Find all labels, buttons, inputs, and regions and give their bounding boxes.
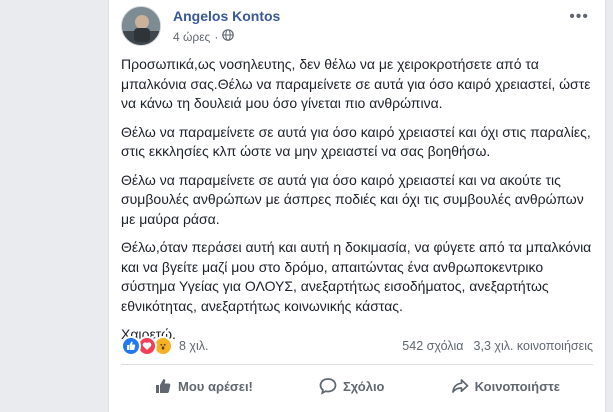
like-reaction-icon xyxy=(121,336,141,356)
more-options-icon[interactable]: ••• xyxy=(569,8,589,26)
like-button-label: Μου αρέσει! xyxy=(178,378,253,394)
author-avatar[interactable] xyxy=(121,6,161,46)
share-button[interactable]: Κοινοποιήστε xyxy=(437,371,574,401)
comments-count[interactable]: 542 σχόλια xyxy=(402,339,463,353)
like-button[interactable]: Μου αρέσει! xyxy=(140,371,267,401)
avatar-photo xyxy=(122,7,160,45)
separator-dot: · xyxy=(214,29,219,44)
engagement-stats: 8 χιλ. 542 σχόλια 3,3 χιλ. κοινοποιήσεις xyxy=(121,334,593,358)
post-body: Προσωπικά,ως νοσηλευτης, δεν θέλω να με … xyxy=(121,55,597,354)
shares-count[interactable]: 3,3 χιλ. κοινοποιήσεις xyxy=(474,339,593,353)
reactions-summary[interactable]: 8 χιλ. xyxy=(121,336,209,356)
share-button-label: Κοινοποιήστε xyxy=(474,378,560,394)
reactions-count: 8 χιλ. xyxy=(179,339,209,353)
post-card: Angelos Kontos 4 ώρες · ••• Προσωπικά,ως… xyxy=(108,0,606,412)
post-paragraph: Θέλω να παραμείνετε σε αυτά για όσο καιρ… xyxy=(121,171,584,227)
post-header: Angelos Kontos 4 ώρες · ••• xyxy=(121,6,593,46)
comment-button-label: Σχόλιο xyxy=(342,378,385,394)
thumbs-up-icon xyxy=(154,377,172,395)
public-globe-icon[interactable] xyxy=(222,29,235,44)
comment-button[interactable]: Σχόλιο xyxy=(305,371,399,401)
divider xyxy=(121,364,593,365)
comment-bubble-icon xyxy=(319,377,337,395)
post-meta: 4 ώρες · xyxy=(173,29,235,44)
post-paragraph: Θέλω να παραμείνετε σε αυτά για όσο καιρ… xyxy=(121,123,591,160)
post-timestamp[interactable]: 4 ώρες xyxy=(173,30,210,44)
post-paragraph: Θέλω,όταν περάσει αυτή και αυτή η δοκιμα… xyxy=(121,239,592,314)
share-arrow-icon xyxy=(451,377,469,395)
post-actions: Μου αρέσει! Σχόλιο Κοινοποιήστε xyxy=(121,370,593,402)
author-name[interactable]: Angelos Kontos xyxy=(173,8,280,24)
comment-share-counts: 542 σχόλια 3,3 χιλ. κοινοποιήσεις xyxy=(402,339,593,353)
post-paragraph: Προσωπικά,ως νοσηλευτης, δεν θέλω να με … xyxy=(121,56,591,111)
